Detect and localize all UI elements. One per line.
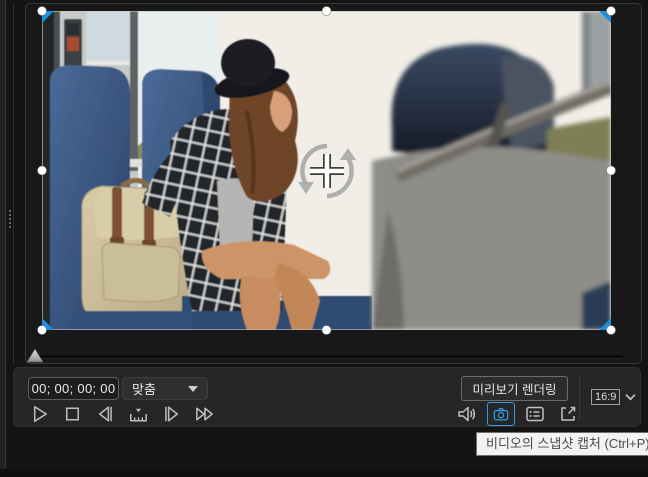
playlist-icon [526, 406, 544, 422]
aspect-ratio-value: 16:9 [591, 389, 621, 405]
ruler-marker-icon [130, 408, 147, 422]
timecode-value: 00; 00; 00; 00 [31, 381, 116, 396]
seek-bar-track[interactable] [40, 355, 623, 359]
move-cross-icon [310, 154, 344, 188]
tooltip-text: 비디오의 스냅샷 캡처 (Ctrl+P) [486, 436, 648, 451]
zoom-fit-value: 맞춤 [132, 382, 156, 397]
previous-frame-icon [98, 406, 112, 422]
aspect-ratio-control[interactable]: 16:9 [591, 368, 636, 426]
stop-icon [65, 407, 80, 421]
fast-forward-icon [196, 407, 213, 421]
play-button[interactable] [28, 402, 51, 426]
snapshot-capture-button[interactable] [487, 402, 515, 426]
previous-frame-button[interactable] [94, 402, 117, 426]
transport-controls [28, 402, 216, 426]
side-panel-edge [0, 0, 6, 477]
rotate-move-handle[interactable] [294, 138, 360, 204]
detach-window-icon [561, 406, 576, 421]
volume-button[interactable] [454, 402, 480, 426]
stop-button[interactable] [61, 402, 84, 426]
window-bottom-edge [0, 469, 648, 477]
playback-control-bar: 00; 00; 00; 00 맞춤 미리보기 렌더링 16:9 [13, 367, 641, 427]
control-bar-divider [579, 375, 580, 421]
timecode-display[interactable]: 00; 00; 00; 00 [28, 377, 119, 400]
rotate-arrowhead-left [298, 182, 314, 194]
rotate-arrowhead-right [340, 148, 356, 160]
utility-controls [454, 401, 581, 427]
snapshot-tooltip: 비디오의 스냅샷 캡처 (Ctrl+P) [476, 432, 648, 456]
detach-window-button[interactable] [555, 402, 581, 426]
chevron-down-icon [625, 394, 636, 401]
zoom-fit-dropdown[interactable]: 맞춤 [122, 377, 208, 400]
preview-render-label: 미리보기 렌더링 [472, 383, 557, 397]
next-frame-icon [165, 406, 179, 422]
preview-render-button[interactable]: 미리보기 렌더링 [461, 376, 568, 401]
playlist-button[interactable] [522, 402, 548, 426]
play-icon [33, 406, 47, 422]
panel-divider-line [13, 3, 14, 365]
next-frame-button[interactable] [160, 402, 183, 426]
camera-icon [493, 407, 509, 421]
seek-playhead[interactable] [27, 349, 43, 363]
volume-icon [458, 406, 476, 422]
fast-forward-button[interactable] [193, 402, 216, 426]
marker-seek-button[interactable] [127, 402, 150, 426]
dropdown-caret-icon [188, 385, 198, 392]
